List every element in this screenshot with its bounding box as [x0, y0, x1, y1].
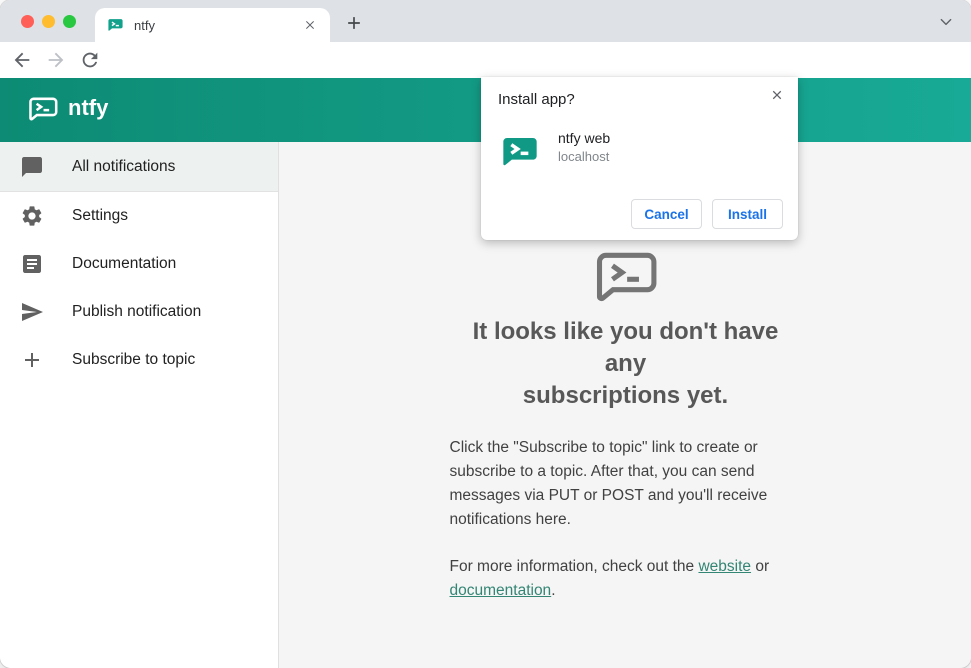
empty-state-heading: It looks like you don't have any subscrip…: [450, 316, 802, 412]
brand-name: ntfy: [68, 95, 109, 120]
reload-icon[interactable]: [79, 49, 101, 71]
fullscreen-window-button[interactable]: [63, 15, 76, 28]
sidebar-item-label: Settings: [72, 207, 129, 224]
close-window-button[interactable]: [21, 15, 34, 28]
sidebar: All notifications Settings Documentation…: [0, 142, 279, 668]
sidebar-item-label: Subscribe to topic: [72, 351, 196, 368]
tab-title: ntfy: [134, 17, 155, 33]
sidebar-item-documentation[interactable]: Documentation: [0, 240, 278, 288]
sidebar-item-label: All notifications: [72, 157, 176, 175]
back-icon[interactable]: [11, 49, 33, 71]
dialog-app-name: ntfy web: [558, 130, 611, 146]
documentation-link[interactable]: documentation: [450, 582, 552, 599]
install-app-dialog: Install app? ntfy web localhost Cancel I…: [481, 77, 798, 240]
paragraph2-suffix: .: [551, 582, 556, 599]
sidebar-item-subscribe-to-topic[interactable]: Subscribe to topic: [0, 336, 278, 384]
send-icon: [22, 303, 43, 321]
website-link[interactable]: website: [698, 558, 751, 575]
sidebar-item-all-notifications[interactable]: All notifications: [0, 142, 278, 192]
cancel-button[interactable]: Cancel: [631, 199, 702, 229]
heading-line2: subscriptions yet.: [522, 382, 729, 409]
ntfy-app-icon: [503, 138, 537, 166]
ntfy-logo-icon: [29, 97, 58, 121]
browser-tab[interactable]: ntfy: [95, 8, 330, 42]
sidebar-item-label: Publish notification: [72, 303, 202, 320]
chat-icon: [22, 156, 42, 177]
tab-close-icon[interactable]: [302, 17, 318, 33]
paragraph2-middle: or: [751, 558, 770, 575]
tab-strip: ntfy: [0, 0, 971, 42]
sidebar-item-settings[interactable]: Settings: [0, 192, 278, 240]
minimize-window-button[interactable]: [42, 15, 55, 28]
gear-icon: [22, 206, 42, 226]
empty-state-paragraph1: Click the "Subscribe to topic" link to c…: [449, 439, 768, 528]
ntfy-empty-state-icon: [596, 252, 656, 302]
new-tab-plus-icon[interactable]: [344, 13, 364, 33]
forward-icon[interactable]: [45, 49, 67, 71]
install-button[interactable]: Install: [712, 199, 783, 229]
dialog-close-icon[interactable]: [769, 87, 785, 103]
heading-line1: It looks like you don't have any: [472, 318, 779, 377]
ntfy-favicon-icon: [108, 18, 123, 31]
article-icon: [23, 255, 41, 273]
sidebar-item-publish-notification[interactable]: Publish notification: [0, 288, 278, 336]
browser-toolbar: localhost: [0, 42, 971, 117]
browser-window: ntfy localhost: [0, 0, 971, 668]
paragraph2-prefix: For more information, check out the: [449, 558, 699, 575]
dialog-app-origin: localhost: [558, 149, 610, 164]
dialog-title: Install app?: [498, 91, 575, 108]
plus-icon: [25, 353, 39, 367]
tab-search-chevron-icon[interactable]: [939, 15, 953, 29]
sidebar-item-label: Documentation: [72, 255, 177, 272]
empty-state-paragraph2: For more information, check out the webs…: [450, 555, 802, 603]
